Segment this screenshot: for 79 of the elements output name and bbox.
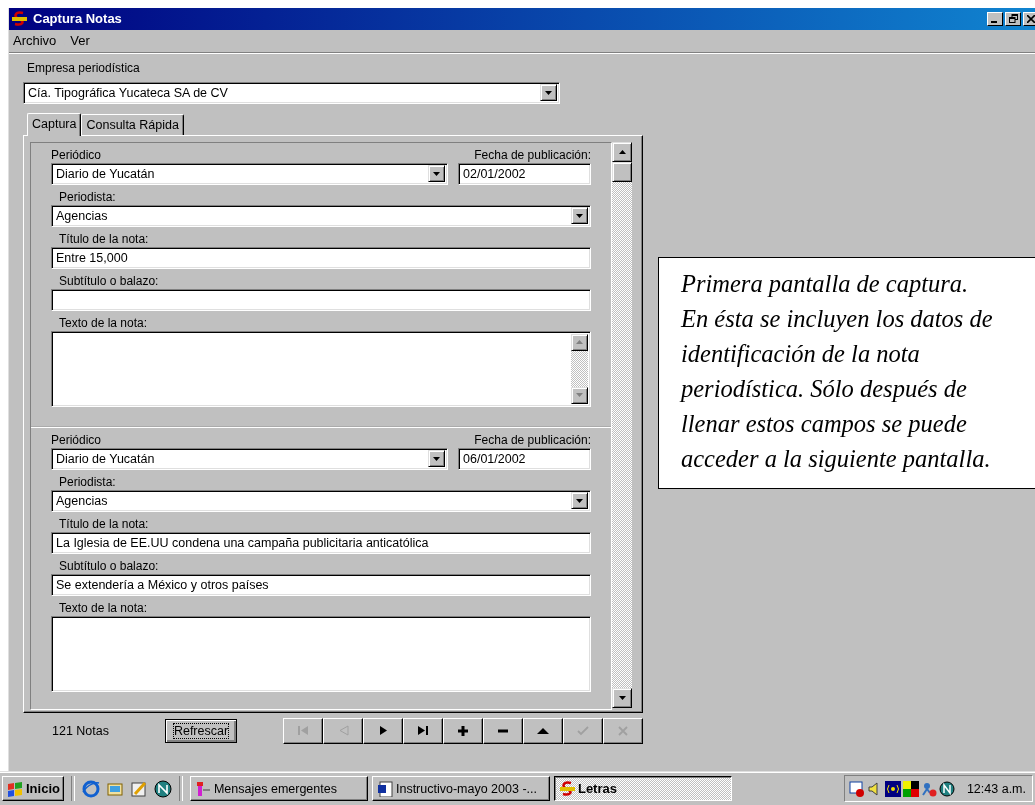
- field-label: Periodista:: [59, 189, 117, 205]
- tab[interactable]: Captura: [27, 113, 82, 136]
- arrow-up-icon: [576, 340, 583, 345]
- app-icon: [11, 11, 29, 27]
- field-label: Título de la nota:: [59, 231, 150, 247]
- taskbar-button[interactable]: Instructivo-mayo 2003 -...: [371, 776, 550, 801]
- text-area[interactable]: [51, 331, 591, 407]
- browser-icon[interactable]: [81, 779, 100, 798]
- close-icon: [1027, 15, 1035, 23]
- signal-icon[interactable]: [884, 780, 901, 797]
- record-count: 121 Notas: [52, 724, 110, 738]
- caret-down-icon: [433, 172, 440, 176]
- field-label: Fecha de publicación:: [473, 147, 591, 163]
- field-label: Subtítulo o balazo:: [59, 558, 160, 574]
- text-field[interactable]: La Iglesia de EE.UU condena una campaña publicitaria anticatólica: [51, 532, 591, 554]
- minimize-button[interactable]: [987, 12, 1003, 26]
- annotation-text: Primera pantalla de captura. En ésta se incluyen los datos de identificación de la nota periodística. Sólo después de llenar estos campos se puede acceder a la siguiente pantalla.: [658, 257, 1035, 489]
- program-icon: [194, 780, 211, 797]
- menu-item[interactable]: Archivo: [13, 33, 57, 49]
- close-button[interactable]: [1023, 12, 1035, 26]
- text-area[interactable]: [51, 616, 591, 692]
- nav-button[interactable]: [563, 718, 603, 744]
- start-button[interactable]: Inicio: [2, 776, 64, 801]
- scrollbar[interactable]: [571, 334, 588, 404]
- nav-button[interactable]: [403, 718, 443, 744]
- caret-down-icon: [433, 457, 440, 461]
- caret-down-icon: [576, 214, 583, 218]
- arrow-down-icon: [576, 393, 583, 398]
- taskbar-button[interactable]: Mensajes emergentes: [189, 776, 368, 801]
- field-label: Título de la nota:: [59, 516, 150, 532]
- dropdown-button[interactable]: [571, 492, 588, 510]
- combo-box[interactable]: Diario de Yucatán: [51, 448, 448, 470]
- combo-box[interactable]: Diario de Yucatán: [51, 163, 448, 185]
- document-icon: [376, 780, 393, 797]
- restore-button[interactable]: [1005, 12, 1021, 26]
- tab[interactable]: Consulta Rápida: [81, 114, 184, 135]
- taskbar-button[interactable]: Letras: [553, 776, 732, 801]
- nav-button[interactable]: [603, 718, 643, 744]
- field-label: Periódico: [51, 432, 103, 448]
- text-field[interactable]: 02/01/2002: [458, 163, 591, 185]
- nav-button[interactable]: [523, 718, 563, 744]
- color-squares-icon[interactable]: [902, 780, 919, 797]
- field-label: Subtítulo o balazo:: [59, 273, 160, 289]
- scrollbar-thumb[interactable]: [612, 162, 632, 182]
- pencil-icon[interactable]: [129, 779, 148, 798]
- nav-button[interactable]: [363, 718, 403, 744]
- scrollbar[interactable]: [612, 142, 632, 708]
- combo-box[interactable]: Agencias: [51, 490, 591, 512]
- field-label: Texto de la nota:: [59, 600, 149, 616]
- window-title: Captura Notas: [33, 11, 123, 27]
- arrow-down-icon: [618, 696, 626, 700]
- menu-item[interactable]: Ver: [70, 33, 90, 49]
- app-icon: [558, 780, 575, 797]
- nav-button[interactable]: [323, 718, 363, 744]
- caret-down-icon: [576, 499, 583, 503]
- dropdown-button[interactable]: [540, 84, 557, 102]
- restore-icon: [1008, 14, 1018, 24]
- text-field[interactable]: Se extendería a México y otros países: [51, 574, 591, 596]
- field-label: Fecha de publicación:: [473, 432, 591, 448]
- nav-button[interactable]: [443, 718, 483, 744]
- clock: 12:43 a.m.: [966, 781, 1026, 796]
- combo-box[interactable]: Agencias: [51, 205, 591, 227]
- caret-down-icon: [545, 91, 552, 95]
- field-label: Empresa periodística: [27, 60, 141, 76]
- windows-flag-icon: [6, 780, 24, 797]
- text-field[interactable]: [51, 289, 591, 311]
- dropdown-button[interactable]: [428, 165, 445, 183]
- field-label: Periódico: [51, 147, 103, 163]
- nav-button[interactable]: [483, 718, 523, 744]
- text-field[interactable]: Entre 15,000: [51, 247, 591, 269]
- arrow-up-icon: [618, 150, 626, 154]
- combo-box[interactable]: Cía. Tipográfica Yucateca SA de CV: [23, 82, 560, 104]
- field-label: Texto de la nota:: [59, 315, 149, 331]
- text-field[interactable]: 06/01/2002: [458, 448, 591, 470]
- nav-button[interactable]: [283, 718, 323, 744]
- dropdown-button[interactable]: [571, 207, 588, 225]
- field-label: Periodista:: [59, 474, 117, 490]
- dropdown-button[interactable]: [428, 450, 445, 468]
- refresh-button[interactable]: Refrescar: [165, 719, 237, 743]
